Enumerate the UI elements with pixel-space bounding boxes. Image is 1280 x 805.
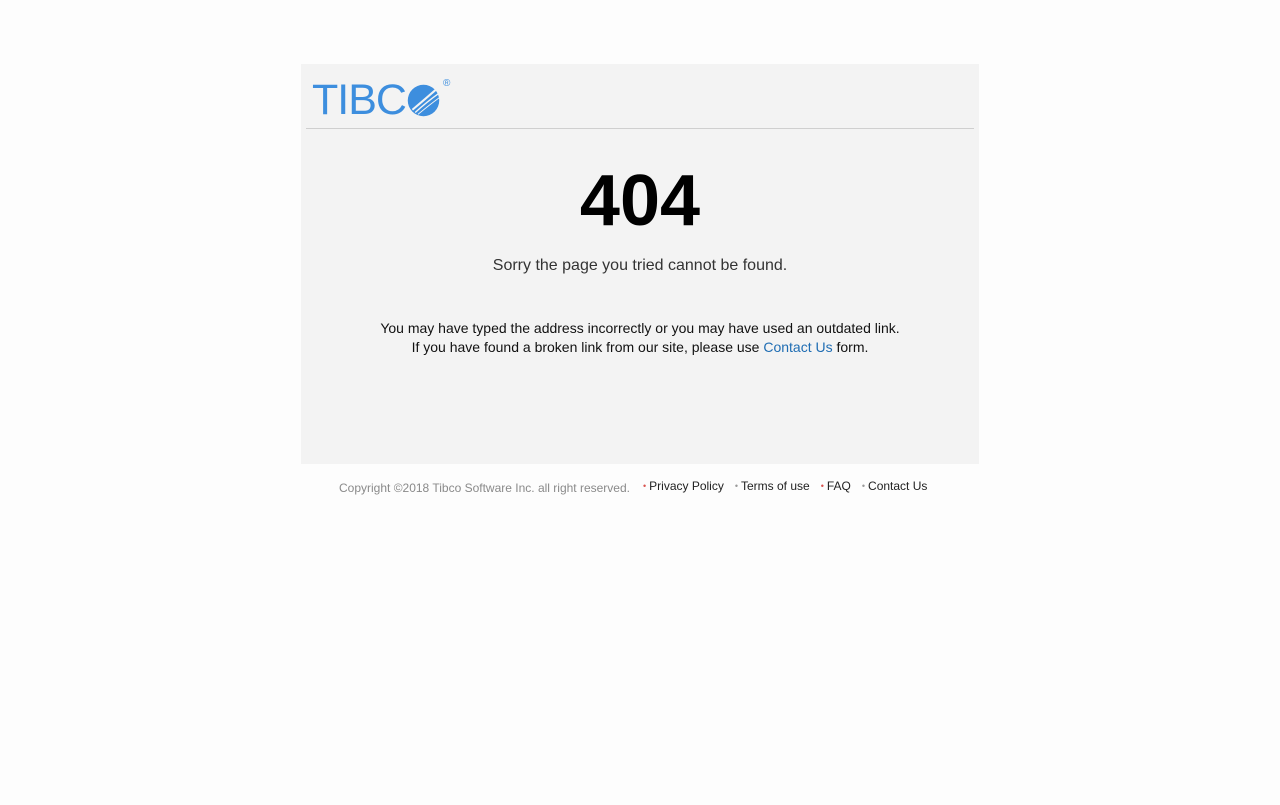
logo-ball-icon (407, 84, 440, 117)
explanation-line-2-suffix: form. (832, 339, 869, 355)
bullet-icon: • (861, 481, 866, 491)
footer-link-label: Privacy Policy (649, 479, 724, 493)
bullet-icon: • (734, 481, 738, 491)
registered-mark: ® (442, 78, 451, 89)
footer-link-privacy-policy[interactable]: • Privacy Policy (643, 479, 724, 493)
contact-us-link[interactable]: Contact Us (763, 339, 832, 355)
explanation-line-2: If you have found a broken link from our… (301, 338, 979, 357)
explanation-line-1: You may have typed the address incorrect… (380, 320, 900, 336)
footer-link-contact-us[interactable]: • Contact Us (862, 479, 928, 493)
error-card: TIBC ® 404 Sorry the page you tried cann… (301, 64, 979, 464)
explanation-line-2-prefix: If you have found a broken link from our… (411, 339, 764, 355)
footer-link-label: Terms of use (741, 479, 810, 493)
logo-wordmark: TIBC (312, 76, 407, 124)
footer-link-terms-of-use[interactable]: • Terms of use (735, 479, 810, 493)
footer: Copyright ©2018 Tibco Software Inc. all … (301, 477, 979, 501)
footer-links: • Privacy Policy • Terms of use • FAQ • … (643, 479, 938, 493)
header-divider (306, 128, 974, 129)
bullet-icon: • (643, 481, 647, 491)
error-message: Sorry the page you tried cannot be found… (492, 257, 788, 274)
bullet-icon: • (820, 481, 824, 491)
footer-link-faq[interactable]: • FAQ (821, 479, 851, 493)
tibco-logo[interactable]: TIBC ® (312, 76, 451, 124)
error-explanation: You may have typed the address incorrect… (301, 319, 979, 357)
footer-link-label: Contact Us (868, 479, 928, 493)
copyright-text: Copyright ©2018 Tibco Software Inc. all … (339, 481, 630, 495)
error-code: 404 (579, 161, 701, 241)
footer-link-label: FAQ (826, 479, 851, 493)
